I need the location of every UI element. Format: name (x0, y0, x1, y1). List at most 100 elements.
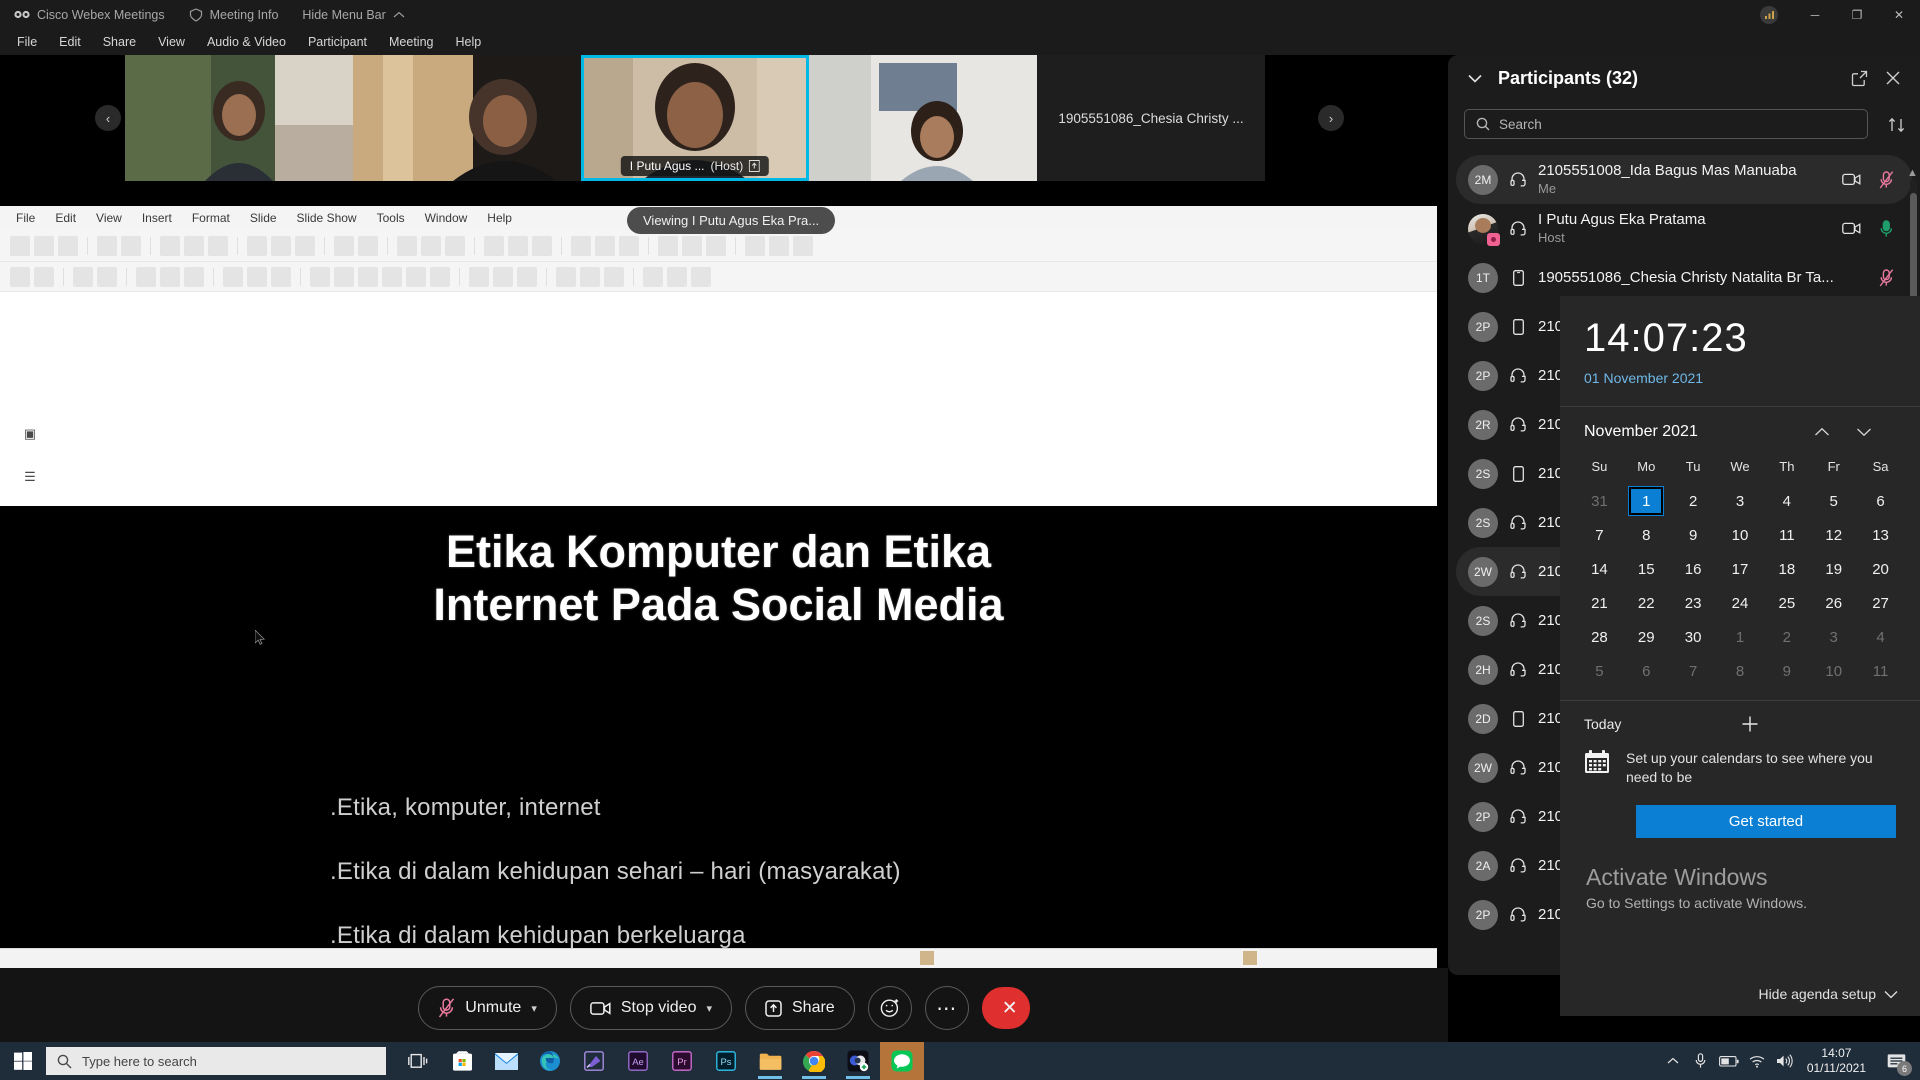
video-thumbnail[interactable] (125, 55, 353, 181)
calendar-day[interactable]: 6 (1857, 484, 1904, 518)
redo-icon[interactable] (295, 235, 315, 256)
video-thumbnail-active[interactable]: I Putu Agus ... (Host) (581, 55, 809, 181)
calendar-day[interactable]: 20 (1857, 552, 1904, 586)
calendar-day[interactable]: 13 (1857, 518, 1904, 552)
wifi-icon[interactable] (1743, 1042, 1771, 1080)
filmstrip-prev-button[interactable]: ‹ (95, 105, 121, 131)
menu-audio-video[interactable]: Audio & Video (196, 29, 297, 55)
chevron-down-icon[interactable]: ▾ (531, 1002, 537, 1015)
calendar-day[interactable]: 11 (1857, 654, 1904, 688)
after-effects-icon[interactable]: Ae (616, 1042, 660, 1080)
plus-icon[interactable] (1741, 715, 1898, 733)
symbol-shapes-icon[interactable] (334, 266, 354, 287)
taskbar-search-input[interactable]: Type here to search (46, 1047, 386, 1075)
table-icon[interactable] (571, 235, 591, 256)
glue-points-icon[interactable] (667, 266, 687, 287)
ellipse-icon[interactable] (184, 266, 204, 287)
calendar-day[interactable]: 29 (1623, 620, 1670, 654)
rectangle-icon[interactable] (160, 266, 180, 287)
start-slideshow-icon[interactable] (484, 235, 504, 256)
photoshop-icon[interactable]: Ps (704, 1042, 748, 1080)
calendar-day[interactable]: 18 (1763, 552, 1810, 586)
network-quality-icon[interactable] (1760, 5, 1778, 24)
line-color-icon[interactable] (73, 266, 93, 287)
taskbar-clock[interactable]: 14:07 01/11/2021 (1799, 1046, 1878, 1076)
slide-properties-icon[interactable] (769, 235, 789, 256)
calendar-day[interactable]: 4 (1857, 620, 1904, 654)
line-icon[interactable] (880, 1042, 924, 1080)
calendar-day[interactable]: 11 (1763, 518, 1810, 552)
calendar-day[interactable]: 7 (1576, 518, 1623, 552)
insert-line-icon[interactable] (136, 266, 156, 287)
show-draw-functions-icon[interactable] (745, 235, 765, 256)
windows-start-icon[interactable] (0, 1042, 46, 1080)
scrollbar-thumb[interactable] (1910, 193, 1917, 313)
impress-menu-tools[interactable]: Tools (367, 211, 415, 225)
task-view-icon[interactable] (396, 1042, 440, 1080)
calendar-day[interactable]: 24 (1717, 586, 1764, 620)
video-thumbnail-name-only[interactable]: 1905551086_Chesia Christy ... (1037, 55, 1265, 181)
mail-icon[interactable] (484, 1042, 528, 1080)
hide-menu-bar-button[interactable]: Hide Menu Bar (290, 0, 416, 29)
sort-icon[interactable] (1886, 114, 1908, 136)
toggle-extrusion-icon[interactable] (691, 266, 711, 287)
calendar-next-month-button[interactable] (1856, 427, 1898, 437)
calendar-day[interactable]: 12 (1810, 518, 1857, 552)
stars-icon[interactable] (430, 266, 450, 287)
calendar-day[interactable]: 17 (1717, 552, 1764, 586)
filmstrip-next-button[interactable]: › (1318, 105, 1344, 131)
stop-video-button[interactable]: Stop video ▾ (569, 986, 732, 1030)
calendar-day[interactable]: 26 (1810, 586, 1857, 620)
save-icon[interactable] (58, 235, 78, 256)
snip-tool-icon[interactable] (572, 1042, 616, 1080)
image-icon[interactable] (595, 235, 615, 256)
calendar-grid[interactable]: 31 1 2 3 4 5 6 7 8 9 10 11 12 13 14 15 1… (1560, 484, 1920, 688)
hide-agenda-setup-button[interactable]: Hide agenda setup (1758, 986, 1898, 1002)
flowchart-icon[interactable] (382, 266, 402, 287)
calendar-day-selected[interactable]: 1 (1623, 484, 1670, 518)
participant-row[interactable]: 1T 1905551086_Chesia Christy Natalita Br… (1456, 253, 1912, 302)
duplicate-slide-icon[interactable] (532, 235, 552, 256)
calendar-day[interactable]: 2 (1670, 484, 1717, 518)
scroll-up-icon[interactable]: ▲ (1907, 167, 1918, 179)
new-doc-icon[interactable] (10, 235, 30, 256)
calendar-day[interactable]: 3 (1810, 620, 1857, 654)
open-in-new-icon[interactable] (1848, 67, 1870, 89)
points-icon[interactable] (643, 266, 663, 287)
calendar-day[interactable]: 31 (1576, 484, 1623, 518)
calendar-day[interactable]: 1 (1717, 620, 1764, 654)
calendar-day[interactable]: 28 (1576, 620, 1623, 654)
chevron-up-icon[interactable] (1659, 1042, 1687, 1080)
rail-fit-icon[interactable]: ▣ (22, 426, 38, 442)
calendar-day[interactable]: 3 (1717, 484, 1764, 518)
print-icon[interactable] (121, 235, 141, 256)
special-character-icon[interactable] (682, 235, 702, 256)
impress-menu-slide-show[interactable]: Slide Show (287, 211, 367, 225)
menu-edit[interactable]: Edit (48, 29, 92, 55)
chevron-down-icon[interactable] (1464, 67, 1486, 89)
calendar-day[interactable]: 10 (1810, 654, 1857, 688)
filter-icon[interactable] (604, 266, 624, 287)
calendar-day[interactable]: 30 (1670, 620, 1717, 654)
maximize-button[interactable]: ❐ (1836, 0, 1878, 29)
text-box-icon[interactable] (658, 235, 678, 256)
menu-help[interactable]: Help (444, 29, 492, 55)
video-thumbnail[interactable] (353, 55, 581, 181)
calendar-day[interactable]: 6 (1623, 654, 1670, 688)
layout-list-icon[interactable] (793, 235, 813, 256)
calendar-day[interactable]: 27 (1857, 586, 1904, 620)
menu-file[interactable]: File (6, 29, 48, 55)
microphone-icon[interactable] (1687, 1042, 1715, 1080)
participant-row[interactable]: 2M 2105551008_Ida Bagus Mas Manuaba Me (1456, 155, 1912, 204)
grid-icon[interactable] (397, 235, 417, 256)
connector-icon[interactable] (271, 266, 291, 287)
impress-menu-edit[interactable]: Edit (45, 211, 86, 225)
zoom-tool-icon[interactable] (34, 266, 54, 287)
curve-icon[interactable] (247, 266, 267, 287)
chart-icon[interactable] (619, 235, 639, 256)
get-started-button[interactable]: Get started (1636, 804, 1896, 838)
calendar-prev-month-button[interactable] (1814, 427, 1856, 437)
close-icon[interactable] (1882, 67, 1904, 89)
calendar-day[interactable]: 22 (1623, 586, 1670, 620)
leave-meeting-button[interactable]: ✕ (981, 987, 1030, 1029)
